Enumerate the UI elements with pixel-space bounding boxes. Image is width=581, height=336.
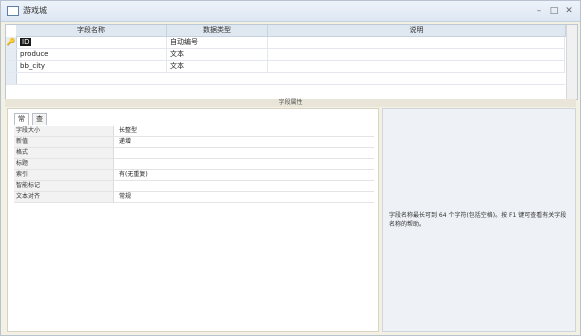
data-type-cell[interactable]: 自动编号: [167, 37, 268, 48]
data-type-header: 数据类型: [167, 25, 268, 37]
property-value[interactable]: 有(无重复): [116, 170, 374, 180]
field-name-cell[interactable]: produce: [17, 49, 167, 60]
titlebar: 游戏城 – □ ✕: [1, 1, 580, 22]
field-name-header: 字段名称: [16, 25, 167, 37]
property-value[interactable]: [116, 159, 374, 169]
field-name-header-label: 字段名称: [77, 26, 105, 34]
property-row[interactable]: 文本对齐 常规: [14, 192, 374, 203]
field-name-cell[interactable]: ID: [17, 37, 167, 48]
property-label: 新值: [14, 137, 114, 147]
description-cell[interactable]: [268, 49, 565, 60]
property-row[interactable]: 标题: [14, 159, 374, 170]
property-label: 索引: [14, 170, 114, 180]
data-type-cell[interactable]: 文本: [167, 61, 268, 72]
table-row[interactable]: produce 文本: [6, 49, 565, 61]
property-value[interactable]: 长整型: [116, 126, 374, 136]
description-cell[interactable]: [268, 61, 565, 72]
property-value[interactable]: 常规: [116, 192, 374, 202]
property-label: 字段大小: [14, 126, 114, 136]
minimize-button[interactable]: –: [533, 5, 545, 17]
maximize-button[interactable]: □: [548, 5, 560, 17]
selected-field-name: ID: [20, 38, 32, 46]
window-title: 游戏城: [23, 6, 47, 15]
property-row[interactable]: 索引 有(无重复): [14, 170, 374, 181]
data-type-header-label: 数据类型: [203, 26, 231, 34]
data-type-cell[interactable]: 文本: [167, 49, 268, 60]
table-icon: [7, 6, 19, 16]
description-header: 说明: [268, 25, 566, 37]
property-row[interactable]: 字段大小 长整型: [14, 126, 374, 137]
table-row[interactable]: bb_city 文本: [6, 61, 565, 73]
property-value[interactable]: [116, 181, 374, 191]
row-selector[interactable]: [6, 73, 17, 84]
row-selector[interactable]: [6, 49, 17, 60]
field-grid: 字段名称 数据类型 说明 🔑 ID 自动编号 produce 文本 bb_cit…: [5, 24, 578, 100]
table-row[interactable]: 🔑 ID 自动编号: [6, 37, 565, 49]
tab-lookup[interactable]: 查阅: [32, 113, 47, 134]
primary-key-icon: 🔑: [6, 37, 17, 48]
property-label: 标题: [14, 159, 114, 169]
help-panel: 字段名称最长可到 64 个字符(包括空格)。按 F1 键可查看有关字段名称的帮助…: [382, 108, 576, 332]
property-sheet: 字段大小 长整型 新值 递增 格式 标题 索引 有(无重复) 智能标记 文本对齐 常规: [14, 126, 374, 203]
property-label: 智能标记: [14, 181, 114, 191]
property-label: 格式: [14, 148, 114, 158]
property-row[interactable]: 智能标记: [14, 181, 374, 192]
close-button[interactable]: ✕: [563, 5, 575, 17]
field-name-cell[interactable]: bb_city: [17, 61, 167, 72]
property-row[interactable]: 新值 递增: [14, 137, 374, 148]
field-properties-divider: 字段属性: [5, 99, 576, 107]
property-value[interactable]: 递增: [116, 137, 374, 147]
row-selector[interactable]: [6, 61, 17, 72]
description-cell[interactable]: [268, 37, 565, 48]
vertical-scrollbar[interactable]: [566, 25, 577, 99]
tab-general[interactable]: 常规: [14, 113, 29, 134]
help-text: 字段名称最长可到 64 个字符(包括空格)。按 F1 键可查看有关字段名称的帮助…: [389, 212, 567, 228]
property-value[interactable]: [116, 148, 374, 158]
property-label: 文本对齐: [14, 192, 114, 202]
property-row[interactable]: 格式: [14, 148, 374, 159]
table-design-window: 游戏城 – □ ✕ 字段名称 数据类型 说明 🔑 ID 自动编号 produce…: [0, 0, 581, 336]
table-row[interactable]: [6, 73, 565, 85]
field-properties-panel: 常规 查阅 字段大小长整型 新值递增 格式 标题 索引有(无重复) 智能标记 文…: [7, 108, 379, 332]
description-header-label: 说明: [409, 26, 424, 34]
